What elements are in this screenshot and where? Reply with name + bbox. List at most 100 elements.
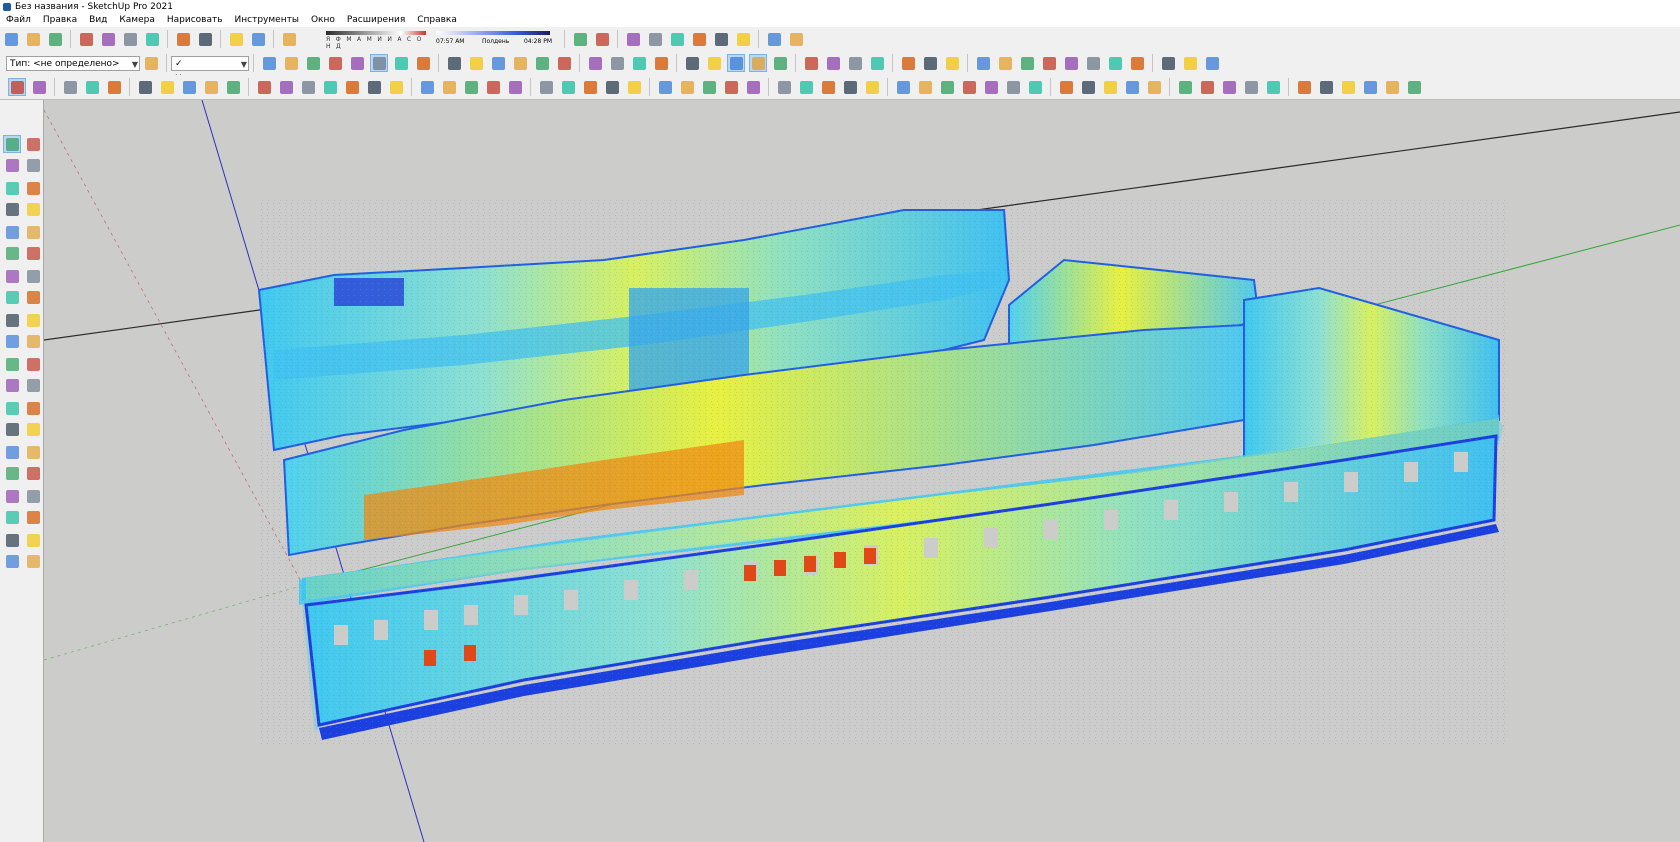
- three-point-arc-icon[interactable]: [24, 267, 42, 285]
- paint-icon[interactable]: [299, 78, 317, 96]
- face-icon[interactable]: [603, 78, 621, 96]
- sandbox-icon[interactable]: [3, 531, 21, 549]
- elevation-icon[interactable]: [722, 78, 740, 96]
- new-icon[interactable]: [2, 30, 20, 48]
- menu-item[interactable]: Окно: [305, 14, 341, 27]
- doc-edit-icon[interactable]: [1079, 78, 1097, 96]
- save-icon[interactable]: [46, 30, 64, 48]
- scan-lod-icon[interactable]: [749, 54, 767, 72]
- zoom-extents-icon[interactable]: [3, 464, 21, 482]
- model-canvas[interactable]: [44, 100, 1680, 842]
- scan-clip-icon[interactable]: [727, 54, 745, 72]
- line-icon[interactable]: [3, 179, 21, 197]
- report-icon[interactable]: [765, 30, 783, 48]
- polygon-icon[interactable]: [24, 223, 42, 241]
- axes-icon[interactable]: [1317, 78, 1335, 96]
- hidden-line-icon[interactable]: [348, 54, 366, 72]
- layers-icon[interactable]: [1159, 54, 1177, 72]
- sample-icon[interactable]: [656, 78, 674, 96]
- cloud-select-icon[interactable]: [418, 78, 436, 96]
- top-view-icon[interactable]: [467, 54, 485, 72]
- doc-export-icon[interactable]: [1198, 78, 1216, 96]
- menu-item[interactable]: Справка: [411, 14, 463, 27]
- dimension-icon[interactable]: [24, 355, 42, 373]
- tape-icon[interactable]: [824, 54, 842, 72]
- two-point-arc-icon[interactable]: [3, 267, 21, 285]
- contrast-icon[interactable]: [1062, 54, 1080, 72]
- cubes-icon[interactable]: [1339, 78, 1357, 96]
- cloud-layers-icon[interactable]: [462, 78, 480, 96]
- right-view-icon[interactable]: [511, 54, 529, 72]
- cloud-icon[interactable]: [938, 78, 956, 96]
- colorize-icon[interactable]: [678, 78, 696, 96]
- shadow-time-slider[interactable]: 07:57 AM Полдень 04:28 PM: [436, 29, 556, 49]
- stamp-icon[interactable]: [24, 531, 42, 549]
- cloud-slice-icon[interactable]: [440, 78, 458, 96]
- footprint-icon[interactable]: [868, 54, 886, 72]
- cloud-orange-icon[interactable]: [1026, 78, 1044, 96]
- menu-item[interactable]: Инструменты: [229, 14, 305, 27]
- add-location-icon[interactable]: [593, 30, 611, 48]
- look-around-icon[interactable]: [24, 487, 42, 505]
- model-info-icon[interactable]: [249, 30, 267, 48]
- push-pull-icon[interactable]: [136, 78, 154, 96]
- zoom-window-icon[interactable]: [24, 443, 42, 461]
- print-icon[interactable]: [227, 30, 245, 48]
- scene-update-icon[interactable]: [819, 78, 837, 96]
- eraser-icon[interactable]: [24, 156, 42, 174]
- menu-item[interactable]: Камера: [113, 14, 160, 27]
- 3d-text-icon[interactable]: [24, 399, 42, 417]
- menu-item[interactable]: Файл: [0, 14, 37, 27]
- xray-icon[interactable]: [282, 54, 300, 72]
- left-view-icon[interactable]: [555, 54, 573, 72]
- menu-item[interactable]: Правка: [37, 14, 83, 27]
- pack-edit-icon[interactable]: [1242, 78, 1260, 96]
- monochrome-icon[interactable]: [414, 54, 432, 72]
- axes-icon[interactable]: [3, 399, 21, 417]
- point-icon[interactable]: [1181, 54, 1199, 72]
- menu-item[interactable]: Нарисовать: [161, 14, 229, 27]
- export-icon[interactable]: [894, 78, 912, 96]
- move-icon[interactable]: [3, 288, 21, 306]
- scene-play-icon[interactable]: [863, 78, 881, 96]
- geo-terrain-icon[interactable]: [646, 30, 664, 48]
- tape-icon[interactable]: [255, 78, 273, 96]
- rgb-icon[interactable]: [744, 78, 762, 96]
- gear-icon[interactable]: [921, 54, 939, 72]
- point-snap-icon[interactable]: [559, 78, 577, 96]
- undo-icon[interactable]: [174, 30, 192, 48]
- ruler-icon[interactable]: [846, 54, 864, 72]
- section-plane-icon[interactable]: [586, 54, 604, 72]
- open-icon[interactable]: [24, 30, 42, 48]
- scene-icon[interactable]: [775, 78, 793, 96]
- stripes-icon[interactable]: [1084, 54, 1102, 72]
- follow-me-icon[interactable]: [24, 311, 42, 329]
- select-icon[interactable]: [8, 78, 26, 96]
- cut-icon[interactable]: [77, 30, 95, 48]
- scene-add-icon[interactable]: [797, 78, 815, 96]
- move-icon[interactable]: [202, 78, 220, 96]
- point-cloud-model[interactable]: [257, 200, 1509, 745]
- rectangle-icon[interactable]: [3, 200, 21, 218]
- redo-icon[interactable]: [196, 30, 214, 48]
- text-icon[interactable]: [24, 376, 42, 394]
- pack-icon[interactable]: [1220, 78, 1238, 96]
- text-icon[interactable]: [277, 78, 295, 96]
- orbit-icon[interactable]: [683, 54, 701, 72]
- warehouse-icon[interactable]: [668, 30, 686, 48]
- density-75-icon[interactable]: [1018, 54, 1036, 72]
- iso-view-icon[interactable]: [445, 54, 463, 72]
- circle-icon[interactable]: [3, 223, 21, 241]
- tag-select[interactable]: ✓ Непомеченные▼: [171, 55, 249, 84]
- doc-add-icon[interactable]: [1101, 78, 1119, 96]
- pencil-icon[interactable]: [802, 54, 820, 72]
- copy-icon[interactable]: [99, 30, 117, 48]
- doc-remove-icon[interactable]: [1123, 78, 1141, 96]
- freehand-icon[interactable]: [24, 179, 42, 197]
- zoom-icon[interactable]: [3, 443, 21, 461]
- zoom-extents-icon[interactable]: [387, 78, 405, 96]
- density-50-icon[interactable]: [996, 54, 1014, 72]
- scene-remove-icon[interactable]: [841, 78, 859, 96]
- back-view-icon[interactable]: [533, 54, 551, 72]
- scan-settings-icon[interactable]: [771, 54, 789, 72]
